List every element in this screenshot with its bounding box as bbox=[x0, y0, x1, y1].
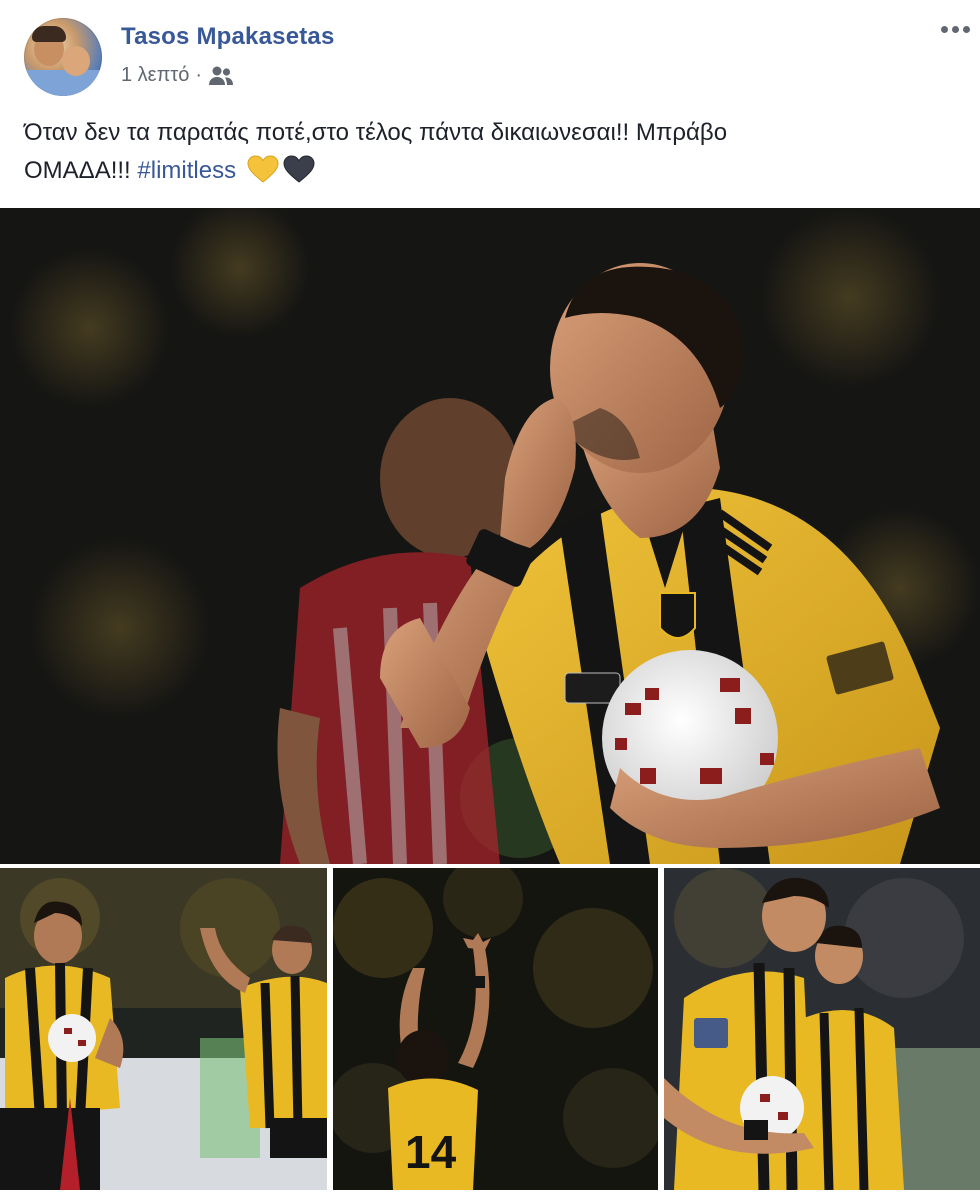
players-celebrating-photo[interactable] bbox=[664, 868, 980, 1190]
post-meta: 1 λεπτό · bbox=[121, 64, 234, 87]
player-kissing-hand-photo[interactable] bbox=[0, 208, 980, 864]
author-name[interactable]: Tasos Mpakasetas bbox=[121, 23, 335, 51]
player-arms-raised-photo[interactable]: 14 bbox=[333, 868, 658, 1190]
profile-avatar[interactable] bbox=[24, 18, 102, 96]
friends-icon[interactable] bbox=[208, 65, 234, 87]
post-timestamp[interactable]: 1 λεπτό bbox=[121, 64, 189, 87]
yellow-heart-icon bbox=[247, 155, 279, 183]
shirt-number: 14 bbox=[405, 1126, 457, 1178]
post-text-line2: ΟΜΑΔΑ!!! #limitless bbox=[24, 152, 954, 190]
post-text-line1: Όταν δεν τα παρατάς ποτέ,στο τέλος πάντα… bbox=[24, 119, 728, 146]
player-with-ball-photo[interactable] bbox=[0, 868, 327, 1190]
hashtag-link[interactable]: #limitless bbox=[137, 157, 236, 184]
black-heart-icon bbox=[283, 155, 315, 183]
post-text-line2-text: ΟΜΑΔΑ!!! bbox=[24, 157, 131, 184]
more-options-icon[interactable] bbox=[941, 26, 970, 33]
photo-thumbnails: 14 bbox=[0, 868, 980, 1190]
post-header: Tasos Mpakasetas 1 λεπτό · bbox=[0, 0, 980, 105]
post-text: Όταν δεν τα παρατάς ποτέ,στο τέλος πάντα… bbox=[24, 114, 954, 190]
meta-separator: · bbox=[195, 64, 203, 86]
